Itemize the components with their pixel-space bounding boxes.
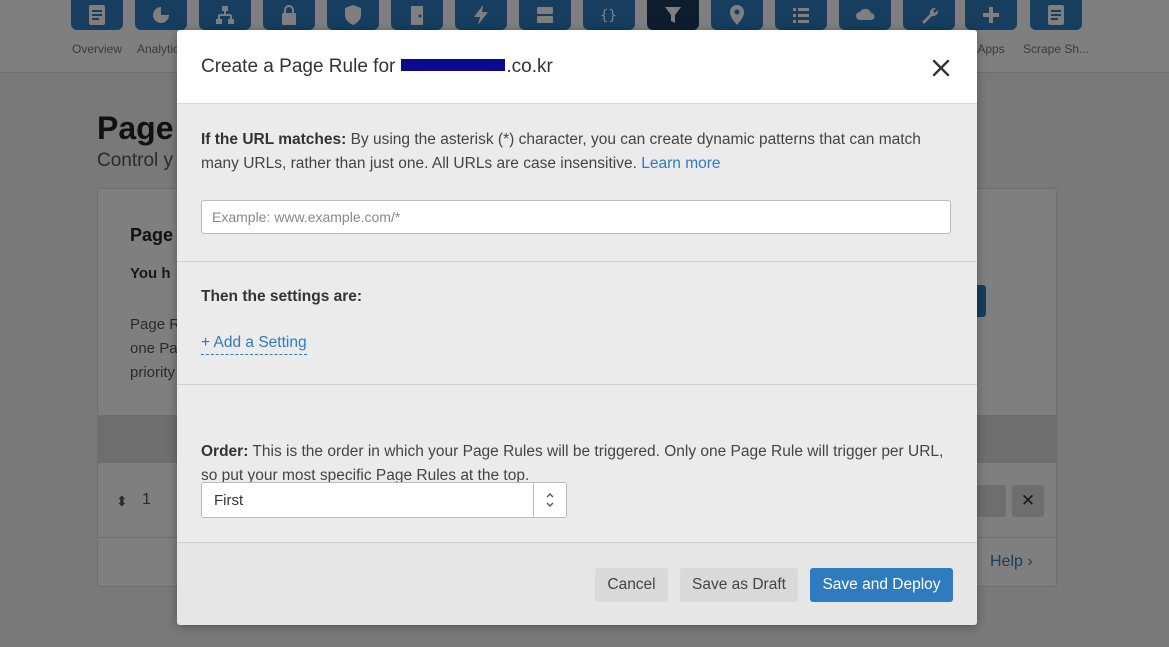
create-page-rule-modal: Create a Page Rule for .co.kr If the URL …	[177, 30, 977, 625]
modal-title-suffix: .co.kr	[506, 56, 553, 77]
save-as-draft-button[interactable]: Save as Draft	[680, 568, 798, 602]
modal-footer: Cancel Save as Draft Save and Deploy	[177, 543, 977, 625]
add-setting-link[interactable]: + Add a Setting	[201, 334, 307, 355]
order-description: This is the order in which your Page Rul…	[201, 443, 944, 484]
modal-title: Create a Page Rule for .co.kr	[201, 56, 553, 78]
url-match-label: If the URL matches:	[201, 131, 347, 148]
order-select[interactable]: First	[201, 482, 567, 518]
chevron-up-down-icon	[546, 493, 554, 507]
modal-title-prefix: Create a Page Rule for	[201, 56, 396, 77]
save-and-deploy-button[interactable]: Save and Deploy	[810, 568, 953, 602]
order-select-value: First	[214, 492, 244, 509]
url-pattern-input[interactable]	[201, 200, 951, 234]
order-text: Order: This is the order in which your P…	[201, 440, 953, 488]
redacted-domain	[401, 58, 506, 71]
select-arrows	[533, 483, 566, 517]
close-icon	[932, 59, 950, 77]
cancel-button[interactable]: Cancel	[595, 568, 668, 602]
close-button[interactable]	[929, 56, 953, 80]
learn-more-link[interactable]: Learn more	[641, 155, 720, 172]
url-match-text: If the URL matches: By using the asteris…	[201, 128, 953, 176]
order-label: Order:	[201, 443, 249, 460]
modal-header: Create a Page Rule for .co.kr	[177, 30, 977, 104]
order-section: Order: This is the order in which your P…	[177, 385, 977, 543]
settings-section: Then the settings are: + Add a Setting	[177, 262, 977, 385]
settings-heading: Then the settings are:	[201, 288, 363, 305]
url-match-section: If the URL matches: By using the asteris…	[177, 104, 977, 262]
